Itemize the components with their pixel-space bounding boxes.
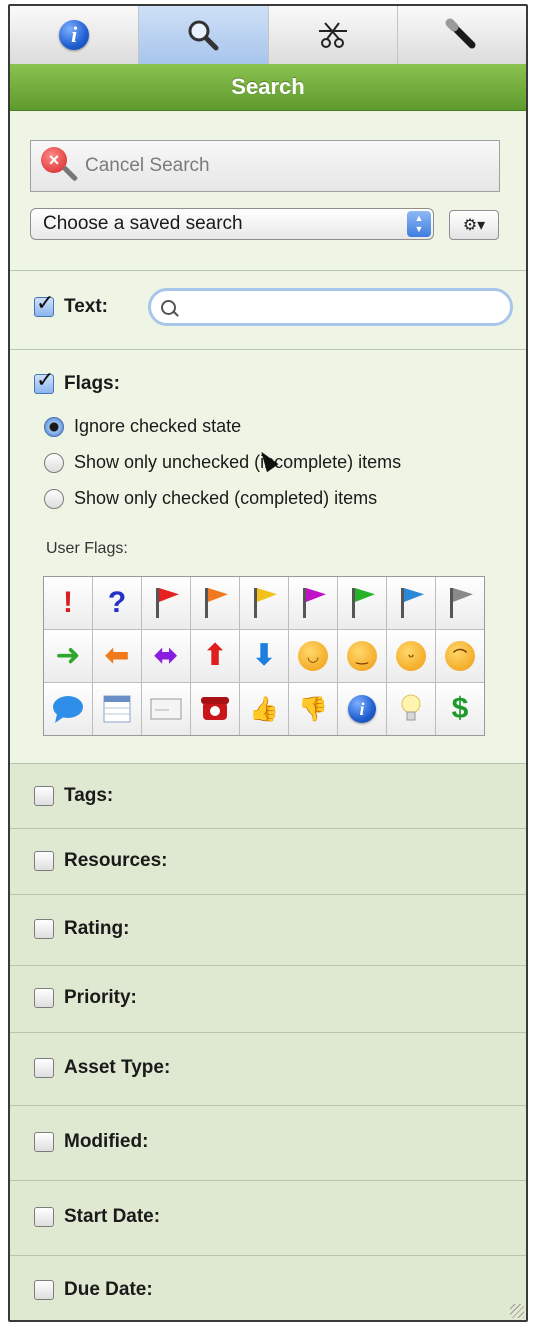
toolbar: i [10, 6, 526, 65]
resources-checkbox[interactable] [34, 851, 54, 871]
rating-label: Rating: [64, 918, 130, 939]
start-date-label: Start Date: [64, 1206, 161, 1227]
due-date-label: Due Date: [64, 1279, 153, 1300]
radio-label: Show only checked (completed) items [74, 488, 378, 508]
red-arrow-up-icon[interactable]: ⬆ [191, 630, 239, 682]
user-flags-label: User Flags: [46, 540, 128, 557]
blue-flag-icon[interactable] [387, 577, 435, 629]
section-resources[interactable]: Resources: [10, 828, 526, 894]
purple-arrow-both-icon[interactable]: ⬌ [142, 630, 190, 682]
flags-filter-checkbox[interactable]: ✓ [34, 367, 54, 394]
tags-label: Tags: [64, 785, 114, 806]
text-filter-checkbox[interactable]: ✓ [34, 290, 54, 317]
tab-scissors[interactable] [269, 6, 398, 64]
calendar-icon[interactable] [93, 683, 141, 735]
radio-show-checked[interactable] [44, 489, 64, 509]
blue-arrow-down-icon[interactable]: ⬇ [240, 630, 288, 682]
modified-label: Modified: [64, 1131, 149, 1152]
speech-bubble-icon[interactable] [44, 683, 92, 735]
green-flag-icon[interactable] [338, 577, 386, 629]
section-asset-type[interactable]: Asset Type: [10, 1032, 526, 1105]
search-icon [188, 20, 219, 51]
scissors-icon [318, 22, 347, 48]
user-flags-grid: ! ? ➜ ⬅ ⬌ ⬆ ⬇ ◡ ‿ ᵕ ⌒ 👍 👎 i $ [43, 576, 485, 736]
radio-show-unchecked[interactable] [44, 453, 64, 473]
telephone-icon[interactable] [191, 683, 239, 735]
gear-menu-button[interactable]: ⚙▾ [449, 210, 499, 240]
tab-search[interactable] [139, 6, 269, 64]
asset-type-checkbox[interactable] [34, 1058, 54, 1078]
info-icon: i [59, 20, 90, 50]
modified-checkbox[interactable] [34, 1132, 54, 1152]
purple-flag-icon[interactable] [289, 577, 337, 629]
radio-label: Show only unchecked (incomplete) items [74, 452, 402, 472]
thumbs-down-icon[interactable]: 👎 [289, 683, 337, 735]
section-priority[interactable]: Priority: [10, 965, 526, 1032]
section-modified[interactable]: Modified: [10, 1105, 526, 1180]
text-search-field[interactable] [148, 288, 513, 326]
smiley-sad-icon[interactable]: ⌒ [436, 630, 484, 682]
resources-label: Resources: [64, 850, 168, 871]
radio-ignore-checked-state[interactable] [44, 417, 64, 437]
radio-label: Ignore checked state [74, 416, 242, 436]
start-date-checkbox[interactable] [34, 1207, 54, 1227]
resize-grip-icon[interactable] [510, 1304, 524, 1318]
info-circle-icon[interactable]: i [338, 683, 386, 735]
priority-label: Priority: [64, 987, 137, 1008]
gray-flag-icon[interactable] [436, 577, 484, 629]
cancel-search-icon: × [37, 143, 83, 189]
section-rating[interactable]: Rating: [10, 894, 526, 965]
tab-info[interactable]: i [10, 6, 140, 64]
red-flag-icon[interactable] [142, 577, 190, 629]
envelope-icon[interactable] [142, 683, 190, 735]
thumbs-up-icon[interactable]: 👍 [240, 683, 288, 735]
priority-checkbox[interactable] [34, 988, 54, 1008]
cancel-search-button[interactable]: × Cancel Search [30, 140, 500, 192]
divider [10, 349, 526, 350]
smiley-happy-icon[interactable]: ◡ [289, 630, 337, 682]
smiley-wink-icon[interactable]: ᵕ [387, 630, 435, 682]
saved-search-select[interactable]: Choose a saved search ▲ ▼ [30, 208, 434, 240]
due-date-checkbox[interactable] [34, 1280, 54, 1300]
light-bulb-icon[interactable] [387, 683, 435, 735]
dollar-sign-icon[interactable]: $ [436, 683, 484, 735]
orange-arrow-left-icon[interactable]: ⬅ [93, 630, 141, 682]
search-icon [161, 299, 176, 315]
page-title: Search [10, 64, 526, 111]
asset-type-label: Asset Type: [64, 1057, 171, 1078]
popup-arrows-icon: ▲ ▼ [407, 211, 431, 237]
saved-search-value: Choose a saved search [43, 213, 243, 234]
rating-checkbox[interactable] [34, 919, 54, 939]
gear-icon: ⚙▾ [462, 217, 486, 234]
section-start-date[interactable]: Start Date: [10, 1180, 526, 1255]
flashlight-icon [445, 18, 476, 49]
exclamation-flag[interactable]: ! [44, 577, 92, 629]
smiley-grin-icon[interactable]: ‿ [338, 630, 386, 682]
tab-flashlight[interactable] [398, 6, 526, 64]
cancel-search-label: Cancel Search [85, 155, 210, 176]
flags-filter-label: Flags: [64, 373, 120, 394]
green-arrow-right-icon[interactable]: ➜ [44, 630, 92, 682]
divider [10, 270, 526, 271]
section-due-date[interactable]: Due Date: [10, 1255, 526, 1320]
search-panel: i Search × Cancel Search Choose a saved … [8, 4, 528, 1322]
orange-flag-icon[interactable] [191, 577, 239, 629]
text-filter-label: Text: [64, 296, 108, 317]
section-tags[interactable]: Tags: [10, 763, 526, 828]
question-flag[interactable]: ? [93, 577, 141, 629]
yellow-flag-icon[interactable] [240, 577, 288, 629]
tags-checkbox[interactable] [34, 786, 54, 806]
